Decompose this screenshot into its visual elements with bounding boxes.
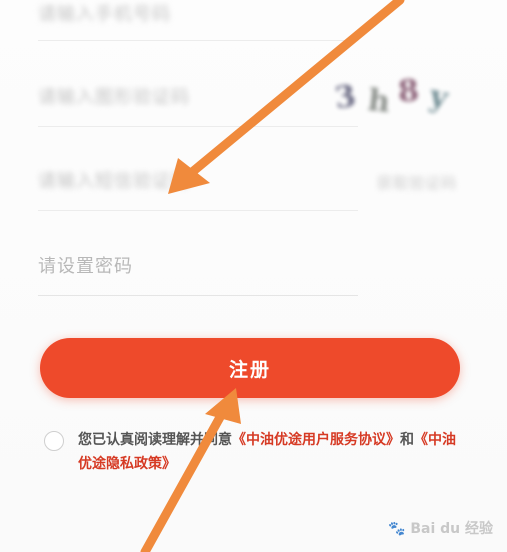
sms-code-field[interactable]: 请输入短信验证码 — [38, 150, 358, 211]
captcha-char: 3 — [332, 78, 359, 117]
captcha-char: 8 — [396, 73, 421, 110]
password-field[interactable]: 请设置密码 — [38, 235, 358, 296]
phone-placeholder: 请输入手机号码 — [38, 3, 171, 25]
agree-radio[interactable] — [44, 431, 64, 451]
agreement-prefix: 您已认真阅读理解并同意 — [78, 432, 232, 448]
agreement-text: 您已认真阅读理解并同意《中油优途用户服务协议》和《中油优途隐私政策》 — [78, 428, 468, 476]
get-code-button[interactable]: 获取验证码 — [377, 172, 457, 193]
register-page: 请输入手机号码 请输入图形验证码 3 h 8 y 请输入短信验证码 获取验证码 … — [0, 0, 507, 552]
phone-field[interactable]: 请输入手机号码 — [38, 0, 358, 41]
user-agreement-link[interactable]: 《中油优途用户服务协议》 — [232, 432, 400, 448]
captcha-field[interactable]: 请输入图形验证码 — [38, 66, 358, 127]
password-placeholder: 请设置密码 — [38, 256, 133, 277]
captcha-placeholder: 请输入图形验证码 — [38, 87, 190, 108]
captcha-char: h — [366, 82, 392, 121]
captcha-image[interactable]: 3 h 8 y — [330, 70, 470, 130]
watermark-text: Bai du 经验 — [410, 521, 493, 537]
paw-icon: 🐾 — [388, 521, 406, 537]
agreement-and: 和 — [400, 432, 414, 448]
register-button[interactable]: 注册 — [40, 338, 460, 398]
sms-code-placeholder: 请输入短信验证码 — [38, 171, 190, 192]
captcha-char: y — [426, 78, 451, 117]
watermark: 🐾 Bai du 经验 — [388, 518, 493, 538]
